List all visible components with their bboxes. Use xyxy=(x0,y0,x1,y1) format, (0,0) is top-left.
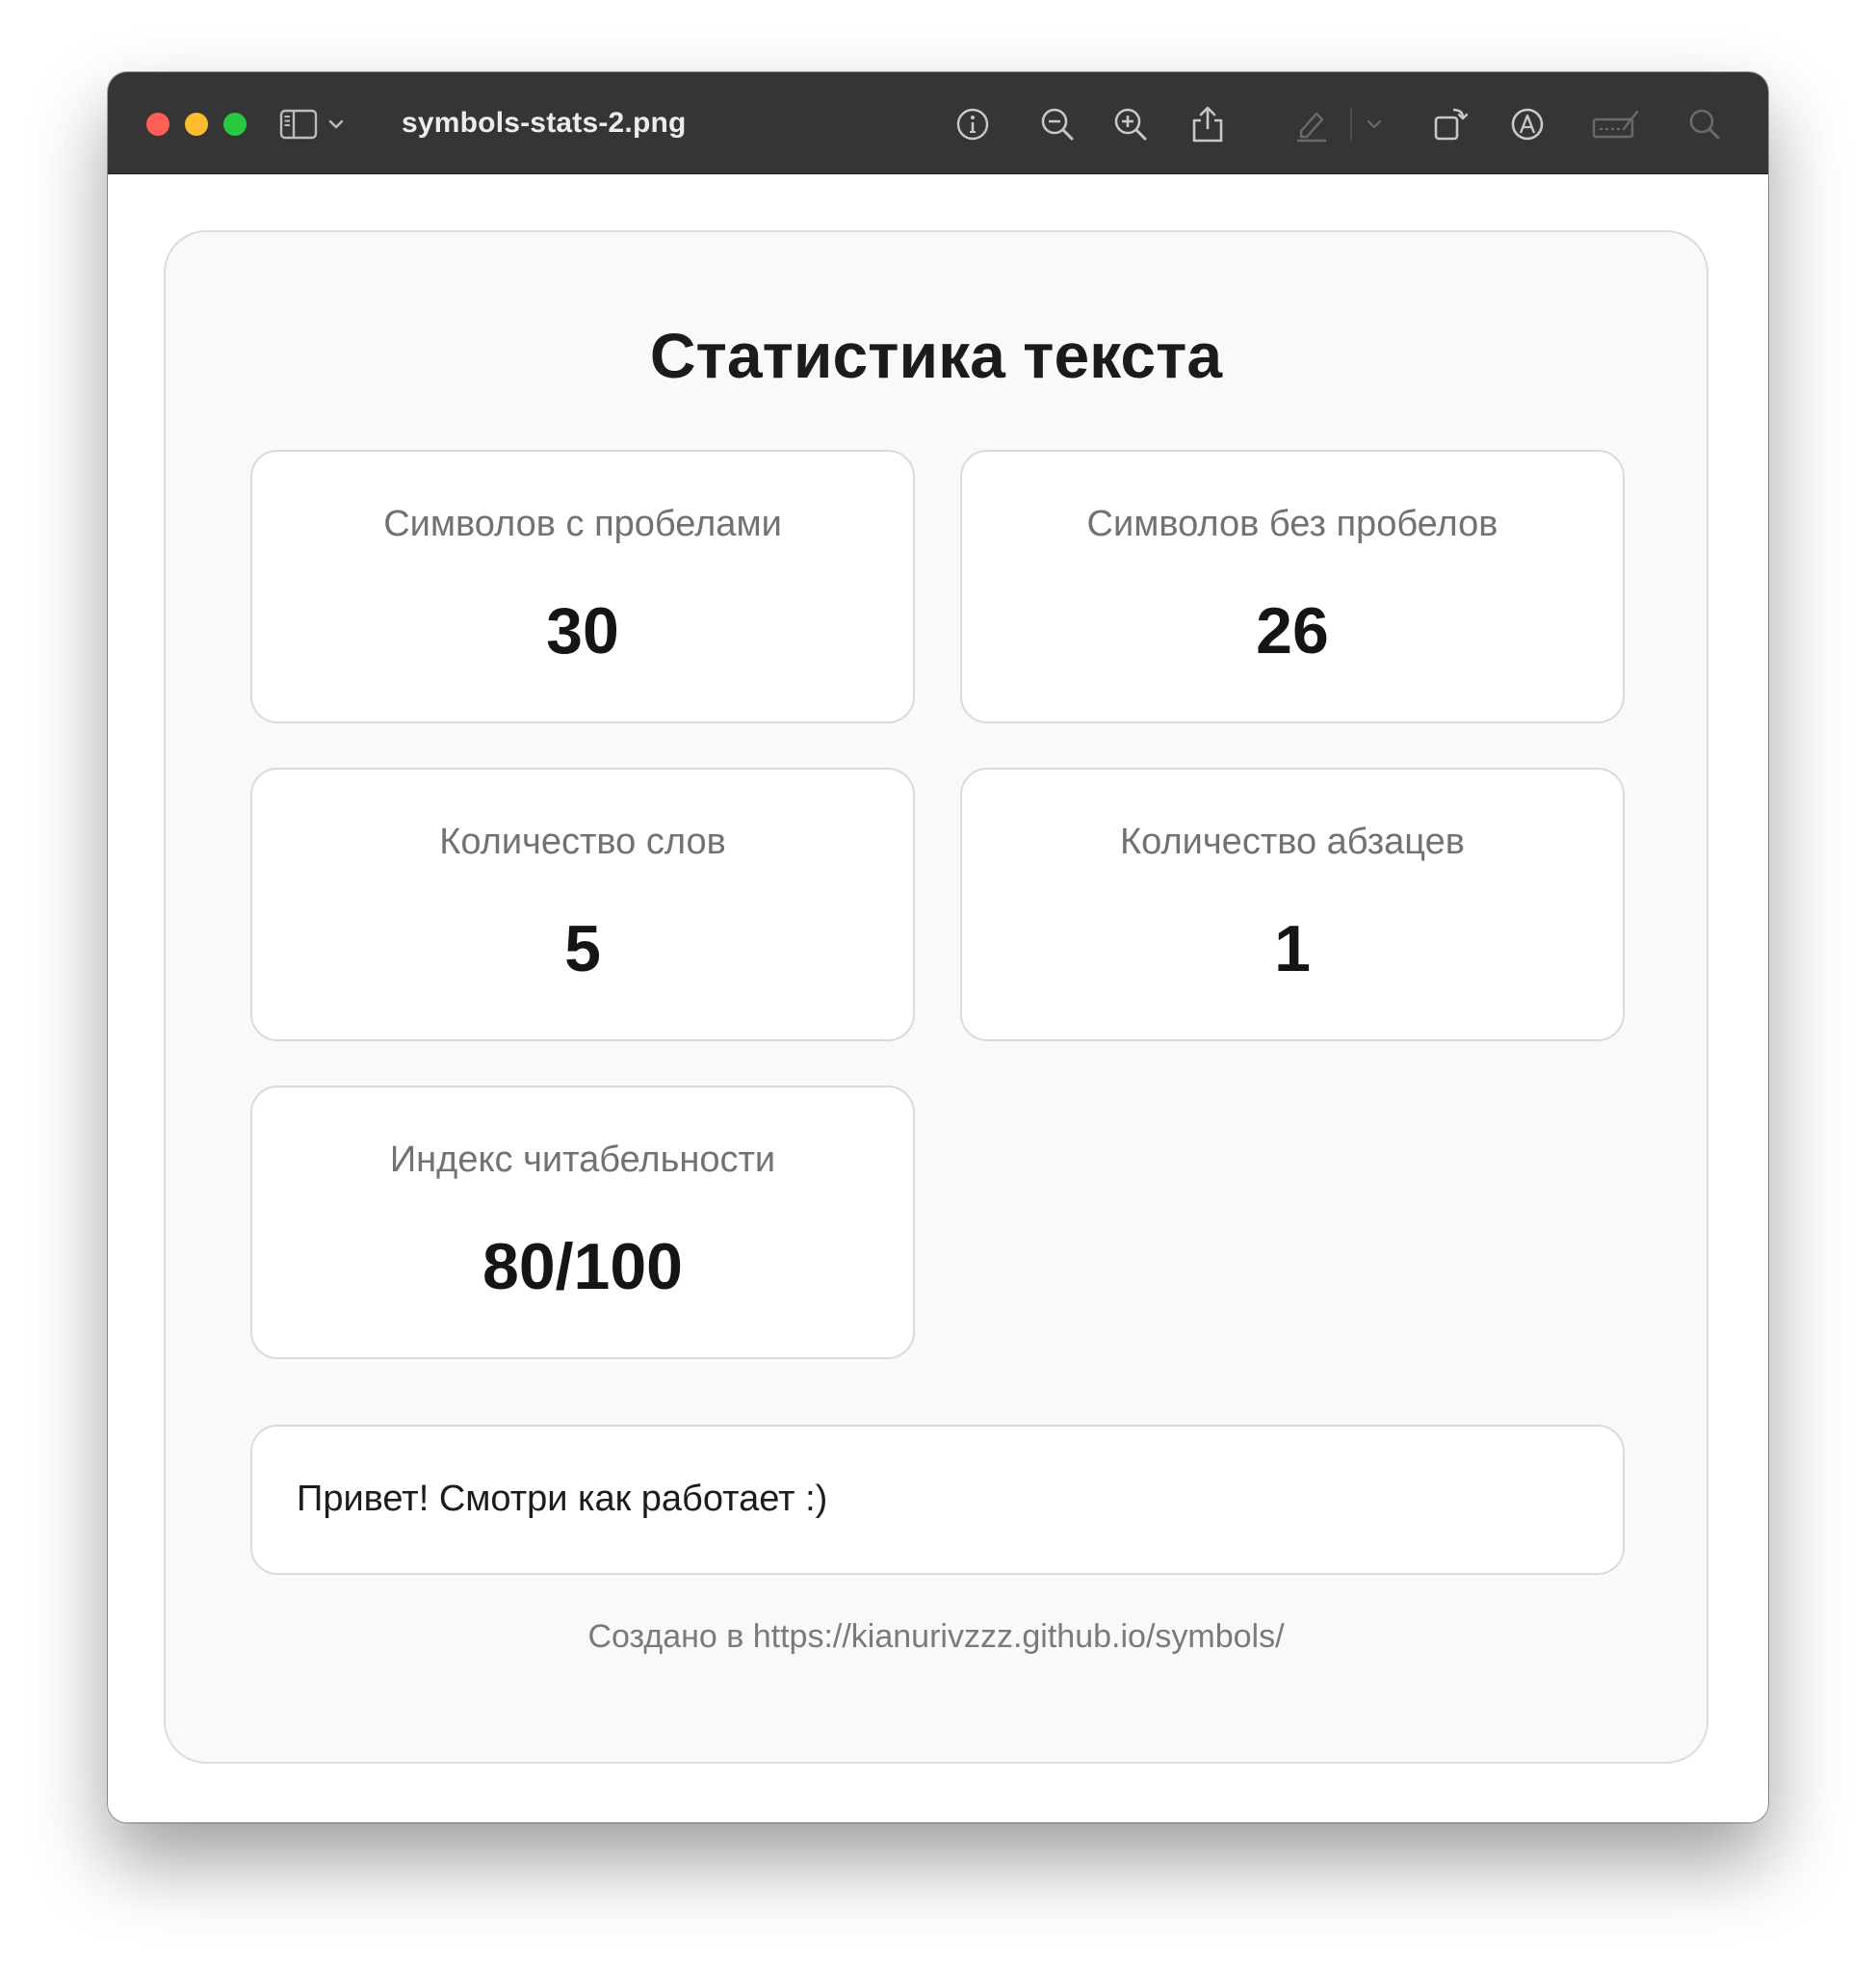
window-title: symbols-stats-2.png xyxy=(402,107,687,139)
sidebar-icon[interactable] xyxy=(277,103,320,145)
stat-chars-without-spaces: Символов без пробелов 26 xyxy=(960,450,1625,723)
search-icon[interactable] xyxy=(1683,103,1726,145)
fullscreen-window-button[interactable] xyxy=(223,113,247,136)
footer-credit: Создано в https://kianurivzzz.github.io/… xyxy=(587,1618,1285,1655)
stat-value: 5 xyxy=(564,912,601,985)
toolbar-separator xyxy=(1350,107,1352,142)
title-bar: symbols-stats-2.png xyxy=(108,72,1768,174)
image-content: Статистика текста Символов с пробелами 3… xyxy=(108,174,1768,1822)
stat-word-count: Количество слов 5 xyxy=(250,768,915,1041)
rotate-icon[interactable] xyxy=(1429,103,1472,145)
markup-icon[interactable] xyxy=(1506,103,1549,145)
stat-label: Количество абзацев xyxy=(1120,822,1465,862)
stat-value: 80/100 xyxy=(482,1230,683,1303)
close-window-button[interactable] xyxy=(146,113,169,136)
zoom-out-icon[interactable] xyxy=(1036,103,1079,145)
minimize-window-button[interactable] xyxy=(185,113,208,136)
zoom-in-icon[interactable] xyxy=(1109,103,1152,145)
page-title: Статистика текста xyxy=(649,320,1223,391)
stat-value: 30 xyxy=(546,594,619,668)
stat-label: Количество слов xyxy=(439,822,726,862)
stat-paragraph-count: Количество абзацев 1 xyxy=(960,768,1625,1041)
highlight-pen-icon[interactable] xyxy=(1290,103,1333,145)
stat-label: Символов без пробелов xyxy=(1086,504,1498,544)
stat-label: Символов с пробелами xyxy=(383,504,782,544)
source-text: Привет! Смотри как работает :) xyxy=(297,1479,828,1519)
stat-value: 26 xyxy=(1256,594,1329,668)
chevron-down-icon[interactable] xyxy=(1360,103,1389,145)
stat-chars-with-spaces: Символов с пробелами 30 xyxy=(250,450,915,723)
stat-label: Индекс читабельности xyxy=(389,1140,776,1180)
info-icon[interactable] xyxy=(951,103,994,145)
stats-card: Статистика текста Символов с пробелами 3… xyxy=(164,230,1708,1764)
share-icon[interactable] xyxy=(1186,103,1229,145)
stat-readability-index: Индекс читабельности 80/100 xyxy=(250,1086,915,1359)
source-text-box: Привет! Смотри как работает :) xyxy=(250,1425,1625,1575)
preview-window: symbols-stats-2.png Статистика текста Си… xyxy=(108,72,1768,1822)
chevron-down-icon[interactable] xyxy=(322,103,351,145)
stat-value: 1 xyxy=(1274,912,1311,985)
sign-icon[interactable] xyxy=(1589,103,1643,145)
